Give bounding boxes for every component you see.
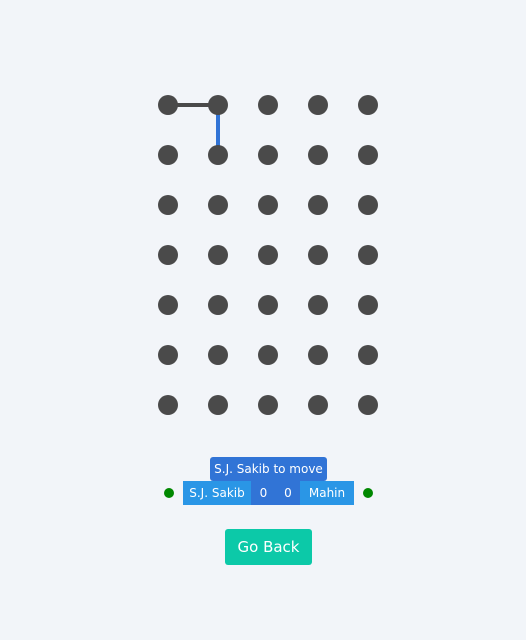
board-dot[interactable] (208, 195, 228, 215)
board-dot[interactable] (258, 195, 278, 215)
board-dot[interactable] (308, 345, 328, 365)
board-dot[interactable] (208, 95, 228, 115)
board-dot[interactable] (358, 295, 378, 315)
board-dot[interactable] (358, 245, 378, 265)
turn-indicator: S.J. Sakib to move (210, 457, 327, 481)
board-dot[interactable] (308, 145, 328, 165)
board-dot[interactable] (308, 245, 328, 265)
board-dot[interactable] (308, 395, 328, 415)
board-dot[interactable] (258, 345, 278, 365)
game-board[interactable] (0, 0, 526, 440)
player2-status-dot (363, 488, 373, 498)
player1-score: 0 (251, 481, 276, 505)
board-dot[interactable] (358, 345, 378, 365)
player1-status-dot (164, 488, 174, 498)
board-dot[interactable] (308, 295, 328, 315)
player2-name: Mahin (300, 481, 354, 505)
board-dot[interactable] (358, 395, 378, 415)
board-dot[interactable] (208, 345, 228, 365)
board-dot[interactable] (208, 295, 228, 315)
board-dot[interactable] (208, 395, 228, 415)
board-dot[interactable] (258, 95, 278, 115)
board-dot[interactable] (208, 245, 228, 265)
player2-score: 0 (276, 481, 300, 505)
board-dot[interactable] (358, 195, 378, 215)
go-back-button[interactable]: Go Back (225, 529, 312, 565)
board-dot[interactable] (158, 345, 178, 365)
board-dot[interactable] (158, 295, 178, 315)
scoreboard: S.J. Sakib 0 0 Mahin (183, 481, 354, 505)
player1-name: S.J. Sakib (183, 481, 251, 505)
board-dot[interactable] (258, 295, 278, 315)
board-dot[interactable] (258, 245, 278, 265)
board-dot[interactable] (358, 145, 378, 165)
board-dot[interactable] (158, 395, 178, 415)
board-dot[interactable] (308, 95, 328, 115)
board-dot[interactable] (258, 395, 278, 415)
board-dot[interactable] (258, 145, 278, 165)
dots-layer (158, 95, 378, 415)
board-dot[interactable] (158, 145, 178, 165)
board-dot[interactable] (158, 245, 178, 265)
board-dot[interactable] (158, 195, 178, 215)
board-dot[interactable] (208, 145, 228, 165)
board-dot[interactable] (158, 95, 178, 115)
board-dot[interactable] (308, 195, 328, 215)
board-dot[interactable] (358, 95, 378, 115)
lines-layer (168, 103, 220, 155)
